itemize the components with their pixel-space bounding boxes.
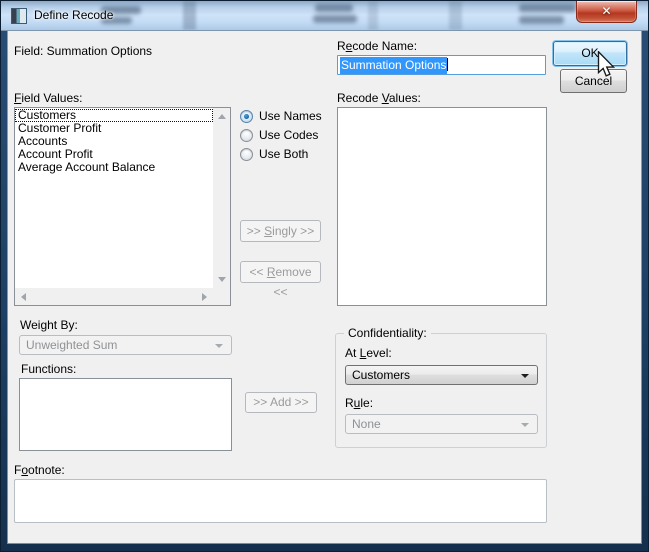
rule-combo[interactable]: None <box>345 414 538 434</box>
weight-by-combo[interactable]: Unweighted Sum <box>19 335 232 355</box>
glass-blur-smudge <box>519 4 576 12</box>
radio-use-codes[interactable] <box>240 129 253 142</box>
rule-label: Rule: <box>345 396 373 410</box>
glass-blur-smudge <box>519 16 564 24</box>
glass-blur-band <box>449 1 462 30</box>
at-level-label: At Level: <box>345 346 392 360</box>
dialog-client-area: Field: Summation Options Recode Name: Su… <box>8 30 641 543</box>
scrollbar-corner <box>213 288 230 305</box>
radio-label: Use Both <box>259 147 308 161</box>
functions-label: Functions: <box>21 362 76 376</box>
field-values-listbox[interactable]: Customers Customer Profit Accounts Accou… <box>14 107 231 306</box>
cancel-button[interactable]: Cancel <box>560 69 627 93</box>
vertical-scrollbar[interactable] <box>213 108 230 288</box>
scroll-up-icon[interactable] <box>218 114 226 119</box>
chevron-down-icon <box>215 344 223 348</box>
field-values-label: Field Values: <box>14 91 83 105</box>
at-level-combo[interactable]: Customers <box>345 365 538 385</box>
radio-use-both[interactable] <box>240 148 253 161</box>
app-icon <box>11 8 27 24</box>
field-values-list[interactable]: Customers Customer Profit Accounts Accou… <box>15 108 213 288</box>
selected-text: Summation Options <box>340 57 447 74</box>
text-caret <box>447 58 448 71</box>
glass-blur-smudge <box>315 4 353 12</box>
scroll-left-icon[interactable] <box>21 293 26 301</box>
radio-row-use-names[interactable]: Use Names <box>240 108 322 124</box>
radio-row-use-both[interactable]: Use Both <box>240 146 308 162</box>
functions-listbox[interactable] <box>19 378 232 451</box>
singly-button[interactable]: >> Singly >> <box>240 220 321 242</box>
close-button[interactable]: ✕ <box>576 0 637 23</box>
radio-use-names[interactable] <box>240 110 253 123</box>
recode-values-listbox[interactable] <box>337 107 547 306</box>
close-icon: ✕ <box>601 4 611 18</box>
weight-by-label: Weight By: <box>20 318 78 332</box>
scroll-down-icon[interactable] <box>218 277 226 282</box>
confidentiality-label: Confidentiality: <box>344 326 431 340</box>
recode-values-label: Recode Values: <box>337 91 421 105</box>
glass-blur-band <box>368 1 378 30</box>
scroll-right-icon[interactable] <box>202 293 207 301</box>
horizontal-scrollbar[interactable] <box>15 288 213 305</box>
footnote-input[interactable] <box>14 479 547 523</box>
field-info-label: Field: Summation Options <box>14 44 152 58</box>
recode-name-label: Recode Name: <box>337 39 417 53</box>
radio-label: Use Codes <box>259 128 318 142</box>
list-item[interactable]: Average Account Balance <box>15 161 213 174</box>
add-button[interactable]: >> Add >> <box>245 392 317 413</box>
chevron-down-icon <box>521 374 529 378</box>
chevron-down-icon <box>521 423 529 427</box>
titlebar[interactable]: Define Recode <box>1 1 648 31</box>
window-title: Define Recode <box>34 1 113 29</box>
remove-button[interactable]: << Remove << <box>240 261 321 283</box>
glass-blur-band <box>183 1 196 30</box>
radio-row-use-codes[interactable]: Use Codes <box>240 127 318 143</box>
footnote-label: Footnote: <box>14 463 65 477</box>
radio-label: Use Names <box>259 109 322 123</box>
ok-button[interactable]: OK <box>553 41 627 66</box>
define-recode-dialog: { "window": { "title": "Define Recode", … <box>0 0 649 552</box>
recode-name-input[interactable]: Summation Options <box>337 55 546 75</box>
glass-blur-smudge <box>313 15 357 23</box>
